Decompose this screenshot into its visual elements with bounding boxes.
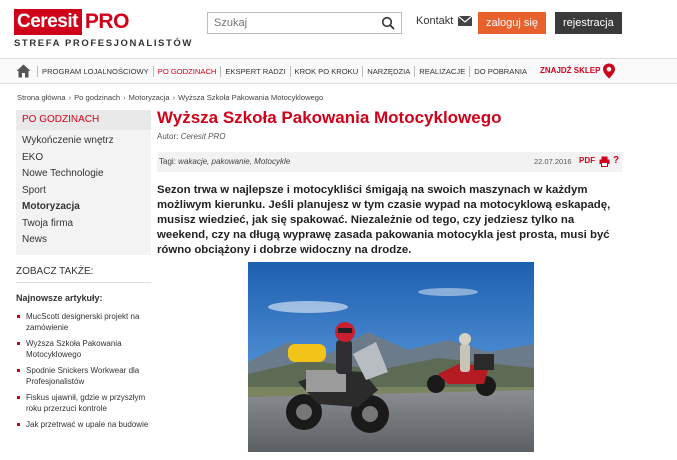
breadcrumb-separator: › (123, 93, 126, 102)
breadcrumb-po-godzinach[interactable]: Po godzinach (74, 93, 120, 102)
latest-articles-heading: Najnowsze artykuły: (16, 293, 103, 303)
contact-link[interactable]: Kontakt (416, 15, 473, 27)
article-tags: Tagi: wakacje, pakowanie, Motocykle (159, 157, 290, 166)
sidebar-item-eko[interactable]: EKO (16, 150, 151, 167)
sidebar-item-news[interactable]: News (16, 232, 151, 249)
logo-pro-text: PRO (84, 10, 130, 33)
breadcrumb-separator: › (172, 93, 176, 102)
author-name: Ceresit PRO (180, 132, 226, 141)
breadcrumb-current: Wyższa Szkoła Pakowania Motocyklowego (178, 93, 324, 102)
latest-article-link[interactable]: Jak przetrwać w upale na budowie (16, 419, 156, 430)
search-box (207, 12, 402, 34)
see-also-heading: ZOBACZ TAKŻE: (16, 266, 94, 277)
sidebar-item-twoja-firma[interactable]: Twoja firma (16, 216, 151, 233)
breadcrumb-motoryzacja[interactable]: Motoryzacja (129, 93, 170, 102)
home-icon[interactable] (16, 64, 31, 78)
contact-label: Kontakt (416, 15, 454, 27)
author-label: Autor: (157, 132, 179, 141)
breadcrumb-home[interactable]: Strona główna (17, 93, 66, 102)
nav-items: PROGRAM LOJALNOŚCIOWY PO GODZINACH EKSPE… (37, 59, 531, 83)
article-lead: Sezon trwa w najlepsze i motocykliści śm… (157, 184, 611, 256)
tags-label: Tagi: (159, 157, 176, 166)
article-date: 22.07.2016 (534, 157, 572, 166)
pdf-download-button[interactable]: PDF (579, 156, 595, 165)
article-title: Wyższa Szkoła Pakowania Motocyklowego (157, 108, 502, 127)
latest-article-link[interactable]: Spodnie Snickers Workwear dla Profesjona… (16, 365, 156, 387)
latest-article-link[interactable]: Fiskus ujawnił, gdzie w przyszłym roku p… (16, 392, 156, 414)
top-header: Ceresit PRO STREFA PROFESJONALISTÓW Kont… (0, 0, 677, 58)
sidebar-menu: Wykończenie wnętrz EKO Nowe Technologie … (16, 130, 151, 255)
main-navigation: PROGRAM LOJALNOŚCIOWY PO GODZINACH EKSPE… (0, 58, 677, 84)
nav-item-narzedzia[interactable]: NARZĘDZIA (362, 65, 414, 77)
login-button[interactable]: zaloguj się (478, 12, 546, 34)
sidebar: PO GODZINACH Wykończenie wnętrz EKO Nowe… (16, 110, 151, 255)
nav-item-po-godzinach[interactable]: PO GODZINACH (152, 65, 221, 77)
search-input[interactable] (208, 13, 368, 33)
article-photo-motorcycles (248, 262, 534, 452)
nav-item-krok-po-kroku[interactable]: KROK PO KROKU (289, 65, 363, 77)
tags-list[interactable]: wakacje, pakowanie, Motocykle (178, 157, 290, 166)
article-meta-bar: Tagi: wakacje, pakowanie, Motocykle 22.0… (157, 152, 622, 172)
breadcrumb-separator: › (68, 93, 72, 102)
print-icon[interactable] (599, 156, 610, 167)
logo-ceresit-text: Ceresit (14, 9, 82, 35)
sidebar-item-wykonczenie-wnetrz[interactable]: Wykończenie wnętrz (16, 133, 151, 150)
help-icon[interactable]: ? (613, 155, 619, 166)
sidebar-item-sport[interactable]: Sport (16, 183, 151, 200)
map-pin-icon[interactable] (601, 63, 617, 79)
ceresit-pro-logo[interactable]: Ceresit PRO STREFA PROFESJONALISTÓW (14, 8, 193, 49)
latest-articles-list: MucScott designerski projekt na zamówien… (16, 311, 156, 435)
latest-article-link[interactable]: MucScott designerski projekt na zamówien… (16, 311, 156, 333)
article-author: Autor: Ceresit PRO (157, 132, 225, 141)
search-icon[interactable] (381, 16, 395, 30)
nav-item-ekspert-radzi[interactable]: EKSPERT RADZI (220, 65, 289, 77)
register-button[interactable]: rejestracja (555, 12, 622, 34)
sidebar-item-motoryzacja[interactable]: Motoryzacja (16, 199, 151, 216)
sidebar-heading[interactable]: PO GODZINACH (16, 110, 151, 130)
mail-icon (458, 16, 473, 26)
sidebar-item-nowe-technologie[interactable]: Nowe Technologie (16, 166, 151, 183)
nav-item-program-lojalnosciowy[interactable]: PROGRAM LOJALNOŚCIOWY (37, 65, 153, 77)
nav-item-realizacje[interactable]: REALIZACJE (414, 65, 469, 77)
divider (16, 282, 151, 283)
nav-item-do-pobrania[interactable]: DO POBRANIA (469, 65, 531, 77)
store-locator-link[interactable]: ZNAJDŹ SKLEP (540, 66, 600, 75)
logo-tagline: STREFA PROFESJONALISTÓW (14, 38, 193, 49)
breadcrumb: Strona główna › Po godzinach › Motoryzacja › W… (17, 93, 323, 102)
latest-article-link[interactable]: Wyższa Szkoła Pakowania Motocyklowego (16, 338, 156, 360)
